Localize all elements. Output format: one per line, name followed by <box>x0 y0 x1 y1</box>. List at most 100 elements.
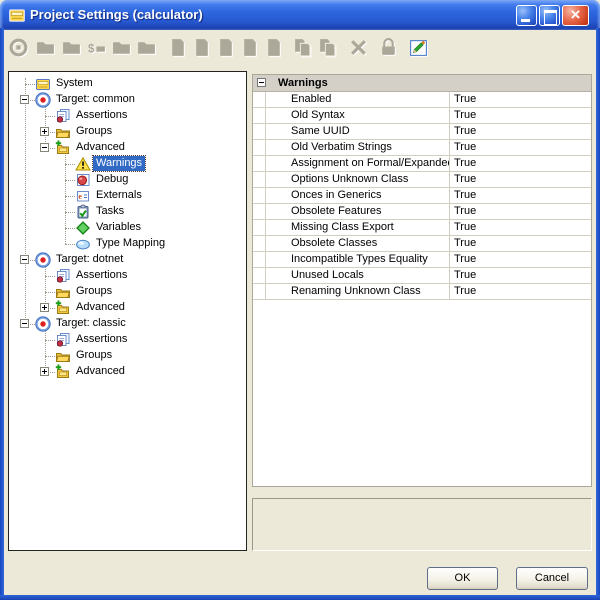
property-row-margin <box>253 140 266 155</box>
property-row-assignment-on-formal-expanded[interactable]: Assignment on Formal/ExpandedTrue <box>253 156 591 172</box>
property-row-renaming-unknown-class[interactable]: Renaming Unknown ClassTrue <box>253 284 591 300</box>
collapse-minus-icon[interactable] <box>257 78 266 87</box>
tree-item-assertions[interactable]: Assertions <box>9 268 246 284</box>
property-name: Unused Locals <box>266 268 450 283</box>
tree-item-advanced[interactable]: Advanced <box>9 140 246 156</box>
collapse-minus-icon[interactable] <box>40 143 49 152</box>
tree-item-label[interactable]: Groups <box>73 284 115 299</box>
tree-connector-stub <box>45 276 55 277</box>
tree-connector-stub <box>65 180 75 181</box>
property-row-margin <box>253 220 266 235</box>
tree-item-label[interactable]: Advanced <box>73 300 128 315</box>
property-value[interactable]: True <box>450 92 591 107</box>
tree-item-label[interactable]: Advanced <box>73 140 128 155</box>
tree-item-label[interactable]: System <box>53 76 96 91</box>
tree-item-label[interactable]: Target: classic <box>53 316 129 331</box>
tree-item-label[interactable]: Advanced <box>73 364 128 379</box>
tree-item-variables[interactable]: Variables <box>9 220 246 236</box>
tree-item-label[interactable]: Groups <box>73 124 115 139</box>
tree-connector-stub <box>45 116 55 117</box>
tree-item-label[interactable]: Groups <box>73 348 115 363</box>
property-value[interactable]: True <box>450 204 591 219</box>
tree-item-target-dotnet[interactable]: Target: dotnet <box>9 252 246 268</box>
property-grid: Warnings EnabledTrueOld SyntaxTrueSame U… <box>252 74 592 487</box>
property-name: Options Unknown Class <box>266 172 450 187</box>
debug-icon <box>75 172 91 188</box>
tree-item-advanced[interactable]: Advanced <box>9 300 246 316</box>
edit-properties-icon[interactable] <box>408 37 429 58</box>
tree-item-groups[interactable]: Groups <box>9 348 246 364</box>
tree-item-groups[interactable]: Groups <box>9 284 246 300</box>
property-name: Obsolete Classes <box>266 236 450 251</box>
property-value[interactable]: True <box>450 236 591 251</box>
property-row-old-syntax[interactable]: Old SyntaxTrue <box>253 108 591 124</box>
tree-item-system[interactable]: System <box>9 76 246 92</box>
type-mapping-icon <box>75 236 91 252</box>
minimize-icon[interactable] <box>516 5 537 26</box>
property-row-old-verbatim-strings[interactable]: Old Verbatim StringsTrue <box>253 140 591 156</box>
property-row-onces-in-generics[interactable]: Onces in GenericsTrue <box>253 188 591 204</box>
document3-icon <box>215 37 236 58</box>
expand-plus-icon[interactable] <box>40 127 49 136</box>
property-name: Same UUID <box>266 124 450 139</box>
property-row-missing-class-export[interactable]: Missing Class ExportTrue <box>253 220 591 236</box>
tree-item-assertions[interactable]: Assertions <box>9 108 246 124</box>
tree-item-assertions[interactable]: Assertions <box>9 332 246 348</box>
tree-connector-stub <box>45 356 55 357</box>
warnings-icon <box>75 156 91 172</box>
tree-item-advanced[interactable]: Advanced <box>9 364 246 380</box>
target-icon <box>35 252 51 268</box>
collapse-minus-icon[interactable] <box>20 319 29 328</box>
tasks-icon <box>75 204 91 220</box>
property-value[interactable]: True <box>450 140 591 155</box>
tree-item-type-mapping[interactable]: Type Mapping <box>9 236 246 252</box>
tree-item-label[interactable]: Assertions <box>73 268 130 283</box>
tree-item-label[interactable]: Assertions <box>73 108 130 123</box>
property-value[interactable]: True <box>450 124 591 139</box>
property-value[interactable]: True <box>450 188 591 203</box>
property-row-options-unknown-class[interactable]: Options Unknown ClassTrue <box>253 172 591 188</box>
tree-item-externals[interactable]: eExternals <box>9 188 246 204</box>
externals-icon: e <box>75 188 91 204</box>
tree-item-target-common[interactable]: Target: common <box>9 92 246 108</box>
tree-item-label[interactable]: Debug <box>93 172 131 187</box>
tree-item-label[interactable]: Tasks <box>93 204 127 219</box>
tree-item-tasks[interactable]: Tasks <box>9 204 246 220</box>
property-value[interactable]: True <box>450 156 591 171</box>
expand-plus-icon[interactable] <box>40 367 49 376</box>
tree-item-label[interactable]: Target: common <box>53 92 138 107</box>
tree-item-label[interactable]: Variables <box>93 220 144 235</box>
tree-item-label[interactable]: Type Mapping <box>93 236 168 251</box>
tree-item-debug[interactable]: Debug <box>9 172 246 188</box>
property-row-same-uuid[interactable]: Same UUIDTrue <box>253 124 591 140</box>
property-value[interactable]: True <box>450 172 591 187</box>
property-value[interactable]: True <box>450 220 591 235</box>
property-row-enabled[interactable]: EnabledTrue <box>253 92 591 108</box>
property-value[interactable]: True <box>450 108 591 123</box>
tree-item-label[interactable]: Warnings <box>93 156 145 171</box>
property-row-obsolete-classes[interactable]: Obsolete ClassesTrue <box>253 236 591 252</box>
collapse-minus-icon[interactable] <box>20 95 29 104</box>
tree-item-warnings[interactable]: Warnings <box>9 156 246 172</box>
property-grid-header-label: Warnings <box>278 75 328 91</box>
tree-item-label[interactable]: Externals <box>93 188 145 203</box>
project-settings-window: Project Settings (calculator) $ SystemTa… <box>0 0 600 600</box>
property-value[interactable]: True <box>450 268 591 283</box>
expand-plus-icon[interactable] <box>40 303 49 312</box>
collapse-minus-icon[interactable] <box>20 255 29 264</box>
tree-item-label[interactable]: Assertions <box>73 332 130 347</box>
close-icon[interactable] <box>562 5 589 26</box>
property-row-obsolete-features[interactable]: Obsolete FeaturesTrue <box>253 204 591 220</box>
property-row-unused-locals[interactable]: Unused LocalsTrue <box>253 268 591 284</box>
tree-item-target-classic[interactable]: Target: classic <box>9 316 246 332</box>
maximize-icon[interactable] <box>539 5 560 26</box>
property-row-margin <box>253 204 266 219</box>
cancel-button[interactable]: Cancel <box>516 567 588 590</box>
tree-item-groups[interactable]: Groups <box>9 124 246 140</box>
property-value[interactable]: True <box>450 284 591 299</box>
tree-item-label[interactable]: Target: dotnet <box>53 252 126 267</box>
rename-icon: $ <box>87 37 108 58</box>
property-row-incompatible-types-equality[interactable]: Incompatible Types EqualityTrue <box>253 252 591 268</box>
property-value[interactable]: True <box>450 252 591 267</box>
ok-button[interactable]: OK <box>427 567 498 590</box>
